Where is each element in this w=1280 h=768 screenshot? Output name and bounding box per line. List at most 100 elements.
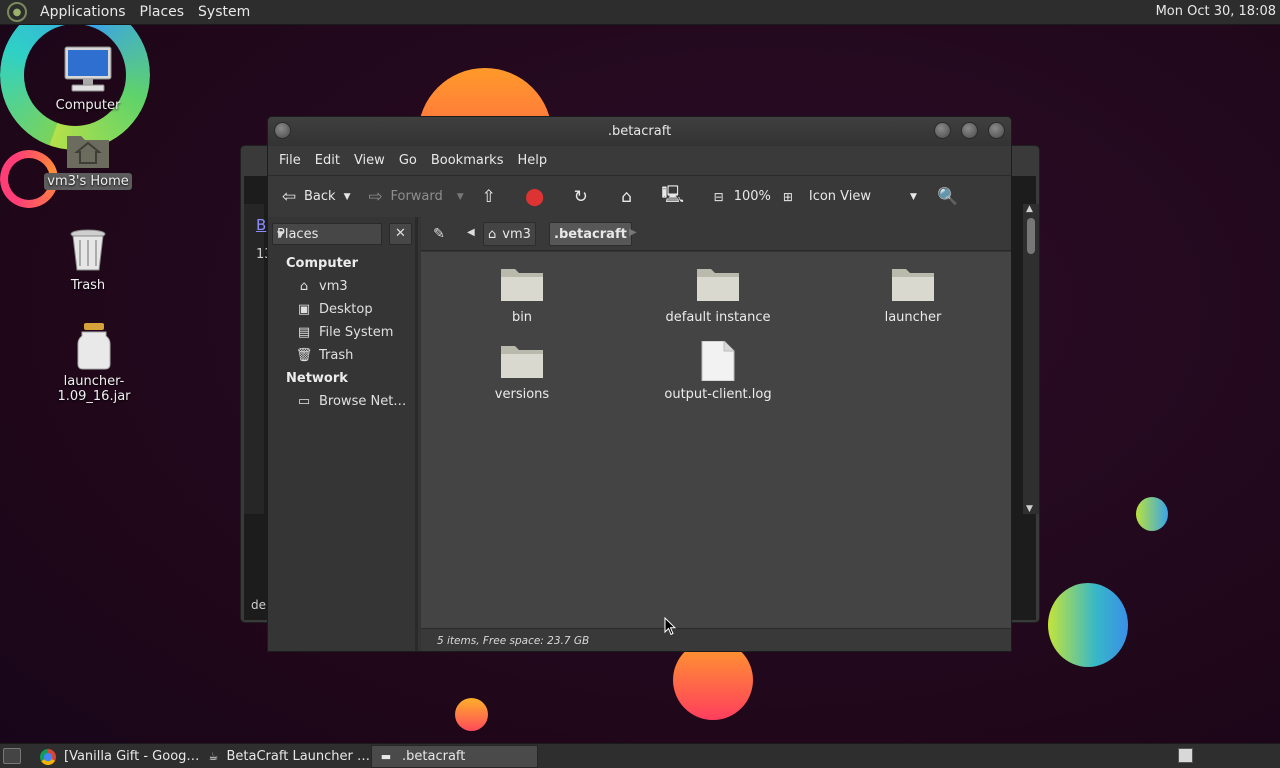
sidebar-item-browse-network[interactable]: ▭ Browse Net… bbox=[296, 394, 406, 409]
folder-icon bbox=[892, 269, 934, 301]
sidebar-section-network: Network bbox=[286, 371, 348, 386]
home-folder-icon bbox=[67, 136, 109, 168]
launcher-scrollbar[interactable]: ▲ ▼ bbox=[1023, 204, 1039, 514]
jar-icon bbox=[77, 323, 111, 370]
menu-view[interactable]: View bbox=[347, 153, 392, 168]
view-mode-dropdown-icon: ▼ bbox=[909, 191, 917, 202]
up-button[interactable]: ⇧ bbox=[478, 186, 504, 208]
breadcrumb-label: .betacraft bbox=[554, 226, 627, 242]
forward-history-dropdown-icon[interactable]: ▼ bbox=[457, 192, 464, 202]
file-manager-body: Places ▼ ✕ Computer ⌂ vm3 ▣ Desktop ▤ Fi… bbox=[268, 217, 1011, 651]
taskbar-item-betacraft[interactable]: ☕ BetaCraft Launcher … bbox=[202, 745, 370, 768]
distro-logo-icon[interactable]: ● bbox=[7, 2, 27, 22]
breadcrumb-vm3[interactable]: ⌂ vm3 bbox=[483, 222, 536, 246]
menu-places[interactable]: Places bbox=[133, 4, 192, 20]
folder-icon bbox=[501, 346, 543, 378]
taskbar-item-file-manager[interactable]: ▬ .betacraft bbox=[371, 745, 538, 768]
file-view[interactable]: bin default instance launcher versions o… bbox=[421, 252, 1011, 628]
edit-location-button[interactable]: ✎ bbox=[428, 223, 450, 245]
stop-icon: ⬤ bbox=[525, 186, 545, 207]
menu-edit[interactable]: Edit bbox=[308, 153, 347, 168]
chrome-icon: ● bbox=[40, 748, 56, 765]
taskbar-item-label: BetaCraft Launcher … bbox=[226, 749, 371, 764]
menu-help[interactable]: Help bbox=[510, 153, 554, 168]
decor-big-green-circle bbox=[1048, 583, 1128, 667]
window-titlebar[interactable]: .betacraft bbox=[268, 117, 1011, 146]
desktop-icon-trash[interactable]: Trash bbox=[33, 228, 143, 294]
menu-file[interactable]: File bbox=[272, 153, 308, 168]
show-desktop-button[interactable] bbox=[3, 748, 21, 764]
window-title: .betacraft bbox=[607, 124, 672, 139]
network-icon: ▭ bbox=[297, 394, 311, 409]
reload-button[interactable]: ↻ bbox=[570, 186, 596, 208]
file-item-versions[interactable]: versions bbox=[452, 341, 592, 402]
breadcrumb-betacraft[interactable]: .betacraft bbox=[549, 222, 632, 246]
computer-icon bbox=[64, 46, 112, 92]
menu-system[interactable]: System bbox=[191, 4, 257, 20]
menu-bookmarks[interactable]: Bookmarks bbox=[424, 153, 511, 168]
desktop-icon-home[interactable]: vm3's Home bbox=[33, 128, 143, 190]
file-item-bin[interactable]: bin bbox=[452, 264, 592, 325]
view-mode-select[interactable]: Icon View ▼ bbox=[809, 189, 917, 204]
desktop-icon-computer[interactable]: Computer bbox=[33, 44, 143, 114]
zoom-out-button[interactable]: ⊟ 100% bbox=[708, 186, 771, 208]
sidebar-item-label: Desktop bbox=[319, 302, 373, 317]
sidebar-close-button[interactable]: ✕ bbox=[389, 223, 412, 245]
taskbar-item-chrome[interactable]: ● [Vanilla Gift - Goog… bbox=[34, 745, 202, 768]
launcher-footer-text: de bbox=[251, 598, 266, 612]
chevron-down-icon: ▼ bbox=[277, 230, 284, 240]
file-item-output-client-log[interactable]: output-client.log bbox=[648, 341, 788, 402]
scroll-down-icon[interactable]: ▼ bbox=[1026, 504, 1033, 514]
folder-icon: ▬ bbox=[380, 750, 392, 763]
sidebar-item-file-system[interactable]: ▤ File System bbox=[296, 325, 394, 340]
file-manager-window[interactable]: .betacraft File Edit View Go Bookmarks H… bbox=[267, 116, 1012, 652]
reload-icon: ↻ bbox=[573, 186, 588, 207]
sidebar-item-trash[interactable]: 🗑 Trash bbox=[295, 348, 354, 363]
pencil-icon: ✎ bbox=[433, 226, 445, 242]
back-history-dropdown-icon[interactable]: ▼ bbox=[344, 192, 351, 202]
home-button[interactable]: ⌂ bbox=[616, 186, 642, 208]
menu-applications[interactable]: Applications bbox=[33, 4, 133, 20]
menu-go[interactable]: Go bbox=[392, 153, 424, 168]
sidebar-item-vm3[interactable]: ⌂ vm3 bbox=[296, 279, 348, 294]
scrollbar-thumb[interactable] bbox=[1027, 218, 1035, 254]
sidebar-item-desktop[interactable]: ▣ Desktop bbox=[296, 302, 373, 317]
stop-button[interactable]: ⬤ bbox=[524, 186, 550, 208]
file-item-default-instance[interactable]: default instance bbox=[648, 264, 788, 325]
sidebar-item-label: File System bbox=[319, 325, 394, 340]
back-arrow-icon: ⇦ bbox=[281, 186, 297, 207]
trash-icon: 🗑 bbox=[295, 348, 313, 363]
search-button[interactable]: 🔍 bbox=[937, 186, 963, 208]
decor-orange-circle-bottom bbox=[673, 640, 753, 720]
sidebar-item-label: Browse Net… bbox=[319, 394, 407, 409]
crumb-scroll-left-icon[interactable]: ◀ bbox=[467, 227, 475, 238]
clock[interactable]: Mon Oct 30, 18:08 bbox=[1156, 4, 1276, 19]
workspace-switcher[interactable] bbox=[1178, 748, 1193, 763]
forward-button[interactable]: ⇨ Forward bbox=[364, 186, 442, 208]
view-mode-value: Icon View bbox=[808, 189, 872, 204]
launcher-link[interactable]: B bbox=[256, 216, 266, 234]
back-label: Back bbox=[304, 189, 336, 204]
java-icon: ☕ bbox=[208, 750, 219, 763]
scroll-up-icon[interactable]: ▲ bbox=[1026, 204, 1033, 214]
file-item-launcher[interactable]: launcher bbox=[843, 264, 983, 325]
computer-button[interactable]: 🖳 bbox=[661, 185, 688, 208]
text-file-icon bbox=[701, 341, 735, 381]
maximize-button[interactable] bbox=[961, 122, 978, 139]
desktop-icon-label: Computer bbox=[55, 98, 121, 113]
up-arrow-icon: ⇧ bbox=[481, 186, 496, 207]
zoom-in-button[interactable]: ⊞ bbox=[777, 186, 803, 208]
minimize-button[interactable] bbox=[934, 122, 951, 139]
drive-icon: ▤ bbox=[297, 325, 311, 340]
taskbar-item-label: [Vanilla Gift - Goog… bbox=[64, 749, 200, 764]
file-name: launcher bbox=[884, 310, 942, 325]
crumb-scroll-right-icon[interactable]: ▶ bbox=[629, 227, 637, 238]
zoom-in-icon: ⊞ bbox=[782, 189, 793, 204]
search-icon: 🔍 bbox=[937, 186, 959, 207]
back-button[interactable]: ⇦ Back bbox=[278, 186, 336, 208]
close-button[interactable] bbox=[988, 122, 1005, 139]
sidebar-selector[interactable]: Places ▼ bbox=[272, 223, 382, 245]
desktop-icon-jar[interactable]: launcher-1.09_16.jar bbox=[39, 322, 149, 405]
folder-icon bbox=[697, 269, 739, 301]
file-name: versions bbox=[494, 387, 550, 402]
